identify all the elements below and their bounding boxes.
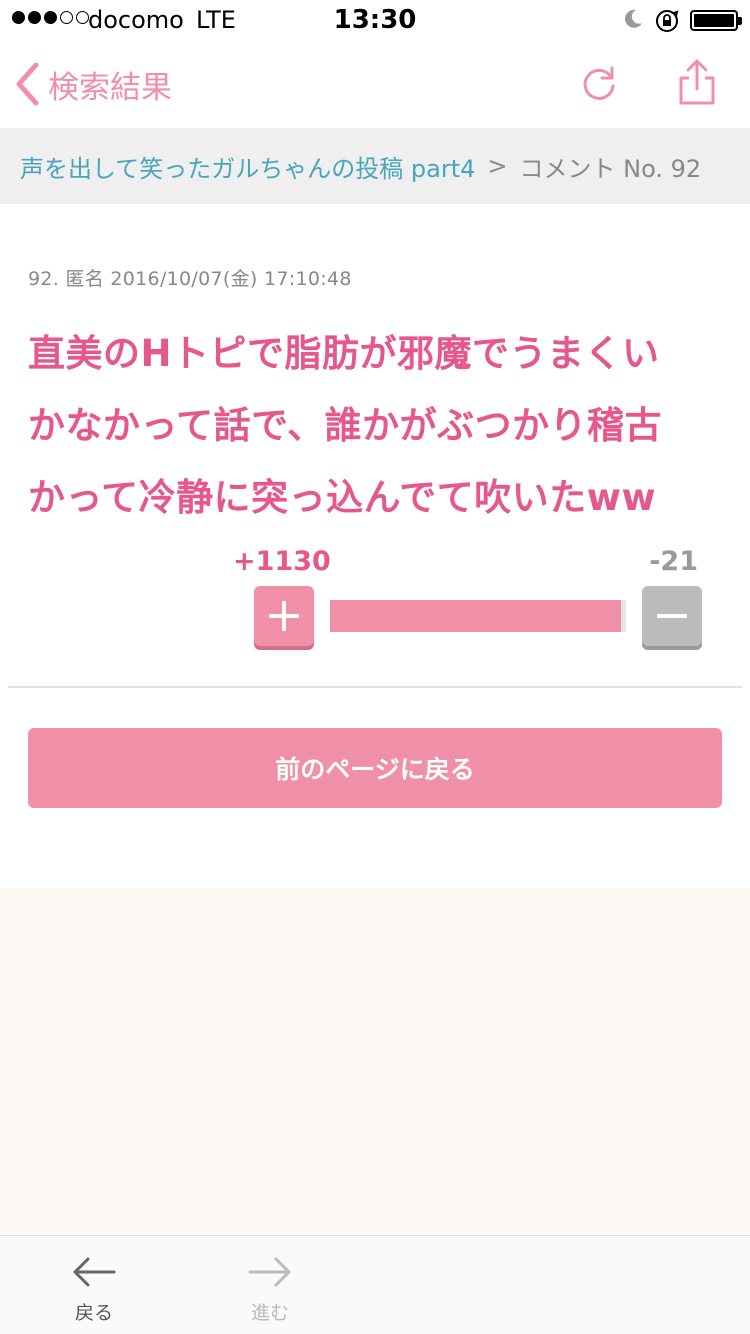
moon-icon: [625, 9, 642, 28]
comment-body: 直美のHトピで脂肪が邪魔でうまくい かなかって話で、誰かがぶつかり稽古 かって冷…: [28, 318, 728, 534]
toolbar-forward-button[interactable]: 進む: [228, 1252, 312, 1326]
toolbar-back-button[interactable]: 戻る: [52, 1252, 136, 1326]
navigation-bar: 検索結果: [0, 40, 750, 128]
breadcrumb: 声を出して笑ったガルちゃんの投稿 part4 > コメント No. 92: [0, 128, 750, 204]
toolbar-forward-label: 進む: [250, 1302, 289, 1324]
vote-ratio-bar: [330, 600, 626, 632]
rotation-lock-icon: [656, 10, 679, 32]
chevron-left-icon: [16, 62, 39, 106]
battery-icon: [690, 10, 742, 31]
breadcrumb-separator: >: [487, 152, 508, 180]
minus-vote-button[interactable]: [642, 586, 702, 646]
back-to-search-results-button[interactable]: 検索結果: [14, 60, 172, 108]
back-to-previous-page-button[interactable]: 前のページに戻る: [28, 728, 722, 808]
plus-vote-count: +1130: [233, 546, 331, 577]
comment-meta: 92. 匿名 2016/10/07(金) 17:10:48: [28, 268, 352, 290]
toolbar-back-label: 戻る: [74, 1302, 113, 1324]
comment-line: かなかって話で、誰かがぶつかり稽古: [28, 404, 663, 447]
reload-icon[interactable]: [578, 62, 620, 104]
comment-line: 直美のHトピで脂肪が邪魔でうまくい: [28, 332, 660, 375]
page: docomo LTE 13:30 検索結果 声を出して笑ったガルちゃんの投稿 p…: [0, 0, 750, 1334]
divider: [8, 686, 742, 688]
browser-toolbar: 戻る 進む: [0, 1235, 750, 1334]
comment-line: かって冷静に突っ込んでて吹いたww: [28, 476, 657, 519]
share-icon[interactable]: [676, 58, 718, 106]
back-button-label: 検索結果: [48, 69, 172, 106]
plus-vote-button[interactable]: [254, 586, 314, 646]
breadcrumb-current: コメント No. 92: [519, 154, 702, 183]
ad-area: [0, 888, 750, 1235]
arrow-left-icon: [73, 1257, 116, 1287]
minus-vote-count: -21: [649, 546, 698, 577]
breadcrumb-topic-link[interactable]: 声を出して笑ったガルちゃんの投稿 part4: [20, 149, 475, 184]
status-bar: docomo LTE 13:30: [0, 0, 750, 40]
arrow-right-icon: [248, 1257, 291, 1287]
vote-ratio-fill: [330, 600, 621, 632]
